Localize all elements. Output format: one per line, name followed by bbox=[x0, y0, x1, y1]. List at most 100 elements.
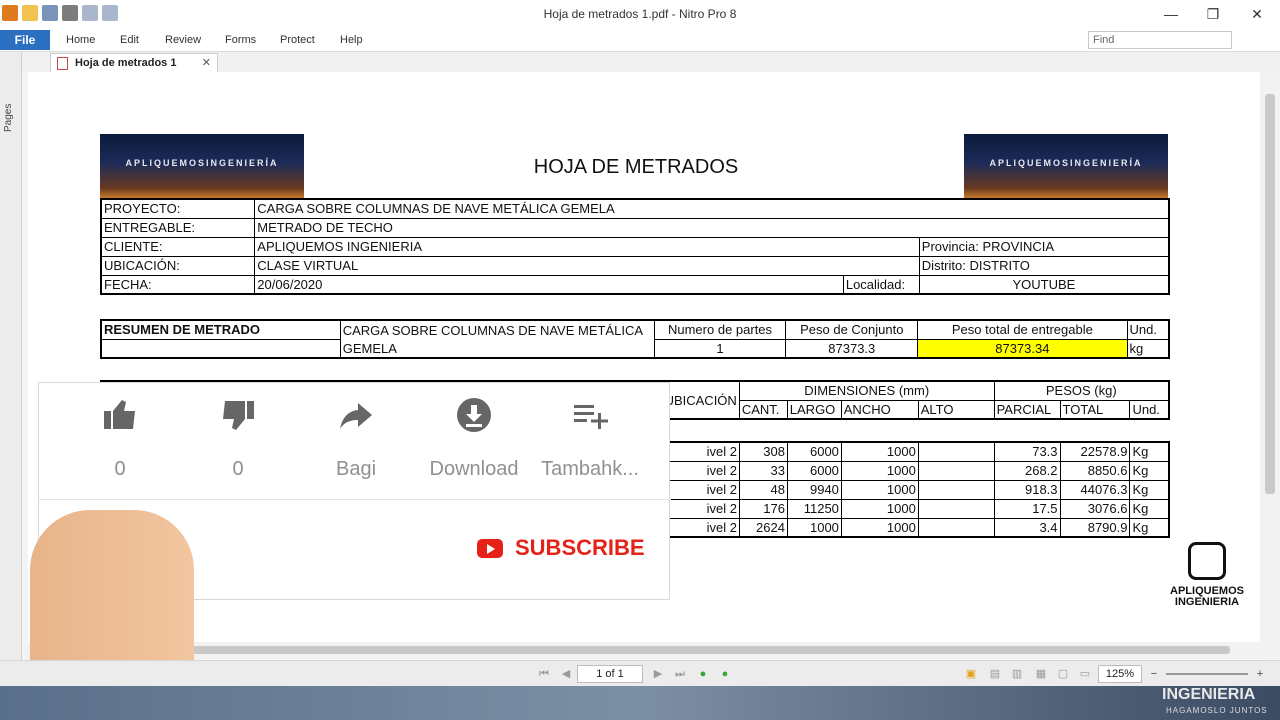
info-label: Localidad: bbox=[842, 274, 920, 295]
tab-label: Hoja de metrados 1 bbox=[75, 57, 177, 69]
info-label: UBICACIÓN: bbox=[100, 255, 256, 276]
row-largo: 1000 bbox=[786, 517, 842, 538]
total-value: 87373.34 bbox=[917, 338, 1128, 359]
info-value: Distrito: DISTRITO bbox=[918, 255, 1170, 276]
fit-page-icon[interactable]: ▢ bbox=[1056, 667, 1070, 681]
alto-header: ALTO bbox=[917, 399, 995, 420]
info-value: METRADO DE TECHO bbox=[254, 217, 1170, 238]
minimize-button[interactable]: — bbox=[1156, 4, 1186, 24]
video-bottom-band: INGENIERIA HAGAMOSLO JUNTOS bbox=[0, 686, 1280, 720]
continuous-view-icon[interactable]: ▤ bbox=[988, 667, 1002, 681]
dislike-button[interactable]: 0 bbox=[183, 397, 293, 481]
summary-empty bbox=[100, 338, 341, 359]
download-button[interactable]: Download bbox=[419, 397, 529, 481]
info-value: YOUTUBE bbox=[918, 274, 1170, 295]
row-parcial: 73.3 bbox=[993, 441, 1061, 462]
ancho-header: ANCHO bbox=[840, 399, 919, 420]
document-title: HOJA DE METRADOS bbox=[533, 156, 739, 178]
table-row: RESUMEN DE METRADO CARGA SOBRE COLUMNAS … bbox=[100, 319, 1170, 340]
menu-review[interactable]: Review bbox=[165, 34, 201, 46]
logo-mark-icon bbox=[1188, 542, 1226, 580]
row-cant: 33 bbox=[739, 460, 788, 481]
row-cant: 176 bbox=[739, 498, 788, 519]
total-col-header: TOTAL bbox=[1059, 399, 1131, 420]
partes-header: Numero de partes bbox=[653, 319, 787, 340]
like-button[interactable]: 0 bbox=[65, 397, 175, 481]
youtube-play-icon bbox=[477, 538, 503, 558]
file-menu[interactable]: File bbox=[0, 30, 50, 50]
row-und: Kg bbox=[1129, 460, 1170, 481]
vertical-scrollbar[interactable] bbox=[1262, 72, 1278, 642]
add-to-playlist-button[interactable]: Tambahk... bbox=[535, 397, 645, 481]
add-label: Tambahk... bbox=[541, 458, 639, 480]
row-ancho: 1000 bbox=[840, 460, 919, 481]
menu-home[interactable]: Home bbox=[66, 34, 95, 46]
project-info-table: PROYECTO: CARGA SOBRE COLUMNAS DE NAVE M… bbox=[100, 198, 1170, 295]
banner-text-right: APLIQUEMOSINGENIERÍA bbox=[989, 158, 1143, 168]
zoom-level-field[interactable]: 125% bbox=[1098, 665, 1142, 683]
total-header: Peso total de entregable bbox=[917, 319, 1128, 340]
table-row: FECHA: 20/06/2020 Localidad: YOUTUBE bbox=[100, 274, 1170, 295]
playlist-add-icon bbox=[574, 405, 608, 429]
zoom-in-icon[interactable]: + bbox=[1253, 667, 1267, 681]
maximize-button[interactable]: ❐ bbox=[1198, 4, 1228, 24]
row-ancho: 1000 bbox=[840, 441, 919, 462]
back-view-icon[interactable]: ● bbox=[696, 667, 710, 681]
find-input[interactable]: Find bbox=[1088, 31, 1232, 49]
horizontal-scroll-thumb[interactable] bbox=[40, 646, 1230, 654]
row-cant: 48 bbox=[739, 479, 788, 500]
close-window-button[interactable]: ✕ bbox=[1242, 4, 1272, 24]
logo-line2: INGENIERIA bbox=[1174, 596, 1240, 608]
row-total: 44076.3 bbox=[1059, 479, 1131, 500]
share-button[interactable]: Bagi bbox=[301, 397, 411, 481]
row-ancho: 1000 bbox=[840, 498, 919, 519]
next-page-icon[interactable]: ▶ bbox=[651, 667, 665, 681]
menu-help[interactable]: Help bbox=[340, 34, 363, 46]
menu-edit[interactable]: Edit bbox=[120, 34, 139, 46]
summary-label: RESUMEN DE METRADO bbox=[100, 319, 341, 340]
share-arrow-icon bbox=[340, 403, 372, 429]
partes-value: 1 bbox=[653, 338, 787, 359]
dislike-count: 0 bbox=[232, 458, 244, 480]
horizontal-scrollbar[interactable] bbox=[28, 642, 1260, 658]
menu-protect[interactable]: Protect bbox=[280, 34, 315, 46]
zoom-out-icon[interactable]: − bbox=[1147, 667, 1161, 681]
nitro-pro-window: Hoja de metrados 1.pdf - Nitro Pro 8 — ❐… bbox=[0, 0, 1280, 720]
menu-bar: File Home Edit Review Forms Protect Help… bbox=[0, 28, 1280, 52]
facing-view-icon[interactable]: ▥ bbox=[1010, 667, 1024, 681]
pages-side-panel[interactable]: Pages bbox=[0, 52, 22, 660]
info-value: CLASE VIRTUAL bbox=[254, 255, 920, 276]
row-und: Kg bbox=[1129, 441, 1170, 462]
row-largo: 6000 bbox=[786, 460, 842, 481]
previous-page-icon[interactable]: ◀ bbox=[559, 667, 573, 681]
facing-continuous-icon[interactable]: ▦ bbox=[1034, 667, 1048, 681]
subscribe-button[interactable]: SUBSCRIBE bbox=[477, 535, 645, 561]
summary-table: RESUMEN DE METRADO CARGA SOBRE COLUMNAS … bbox=[100, 319, 1170, 359]
zoom-slider[interactable] bbox=[1166, 673, 1248, 675]
overlay-divider bbox=[39, 499, 671, 500]
pdf-icon bbox=[57, 57, 68, 70]
pages-panel-label[interactable]: Pages bbox=[3, 104, 14, 132]
row-total: 22578.9 bbox=[1059, 441, 1131, 462]
fit-width-icon[interactable]: ▭ bbox=[1078, 667, 1092, 681]
pesos-header: PESOS (kg) bbox=[993, 380, 1170, 401]
info-label: PROYECTO: bbox=[100, 198, 256, 219]
forward-view-icon[interactable]: ● bbox=[718, 667, 732, 681]
summary-desc: CARGA SOBRE COLUMNAS DE NAVE METÁLICA bbox=[339, 319, 655, 339]
row-largo: 9940 bbox=[786, 479, 842, 500]
tab-close-icon[interactable]: ✕ bbox=[202, 56, 211, 69]
menu-forms[interactable]: Forms bbox=[225, 34, 256, 46]
vertical-scroll-thumb[interactable] bbox=[1265, 94, 1275, 494]
table-row: PROYECTO: CARGA SOBRE COLUMNAS DE NAVE M… bbox=[100, 198, 1170, 219]
first-page-icon[interactable]: ⏮ bbox=[537, 667, 551, 681]
banner-image-right: APLIQUEMOSINGENIERÍA bbox=[964, 134, 1168, 198]
tab-hoja-de-metrados[interactable]: Hoja de metrados 1 ✕ bbox=[50, 53, 218, 72]
cant-header: CANT. bbox=[738, 399, 788, 420]
page-number-field[interactable]: 1 of 1 bbox=[577, 665, 643, 683]
row-alto bbox=[917, 517, 995, 538]
row-total: 8850.6 bbox=[1059, 460, 1131, 481]
last-page-icon[interactable]: ⏭ bbox=[673, 667, 687, 681]
row-alto bbox=[917, 441, 995, 462]
info-value: 20/06/2020 bbox=[254, 274, 844, 295]
single-page-view-icon[interactable]: ▣ bbox=[964, 667, 978, 681]
